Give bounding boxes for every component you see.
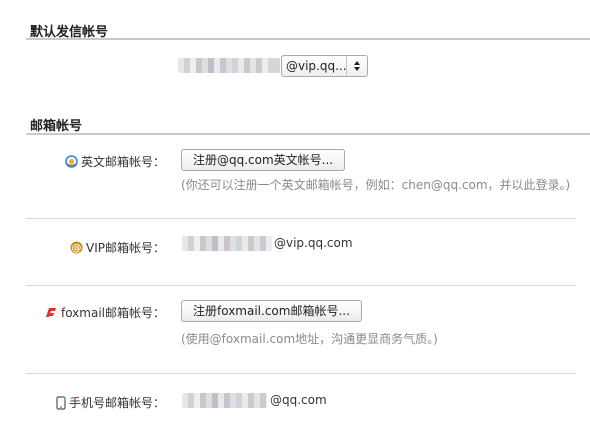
mobile-account-domain: @qq.com [270,393,327,407]
section-divider [26,133,590,135]
english-account-label-row: 英文邮箱帐号： [65,153,165,170]
vip-account-domain: @vip.qq.com [274,236,353,250]
vip-account-label-row: @ VIP邮箱帐号： [70,239,165,256]
english-account-label: 英文邮箱帐号： [80,155,165,169]
register-foxmail-account-button[interactable]: 注册foxmail.com邮箱帐号... [181,300,362,322]
register-english-account-button[interactable]: 注册@qq.com英文帐号... [181,149,346,171]
at-icon: @ [70,241,83,254]
mobile-account-label-row: 手机号邮箱帐号： [56,394,165,411]
foxmail-icon [44,306,58,319]
qq-globe-icon [65,155,78,168]
row-divider [26,285,576,286]
row-divider [26,373,576,374]
svg-text:@: @ [72,243,82,254]
blurred-vip-username [182,236,272,251]
sender-domain-select[interactable]: @vip.qq... [281,55,368,77]
english-account-hint: (你还可以注册一个英文邮箱帐号，例如：chen@qq.com，并以此登录。) [181,178,571,192]
vip-account-label: VIP邮箱帐号： [86,241,165,255]
sender-domain-value: @vip.qq... [286,59,346,73]
chevron-updown-icon [346,56,367,76]
mobile-account-label: 手机号邮箱帐号： [68,396,165,410]
mobile-phone-icon [56,395,66,410]
foxmail-account-hint: (使用@foxmail.com地址，沟通更显商务气质。) [181,332,438,346]
foxmail-account-label: foxmail邮箱帐号： [60,306,165,320]
row-divider [26,218,576,219]
blurred-account-name [178,58,280,73]
foxmail-account-label-row: foxmail邮箱帐号： [44,304,165,321]
mailbox-accounts-title: 邮箱帐号 [30,119,83,134]
blurred-mobile-number [182,393,267,408]
section-divider [26,38,590,40]
